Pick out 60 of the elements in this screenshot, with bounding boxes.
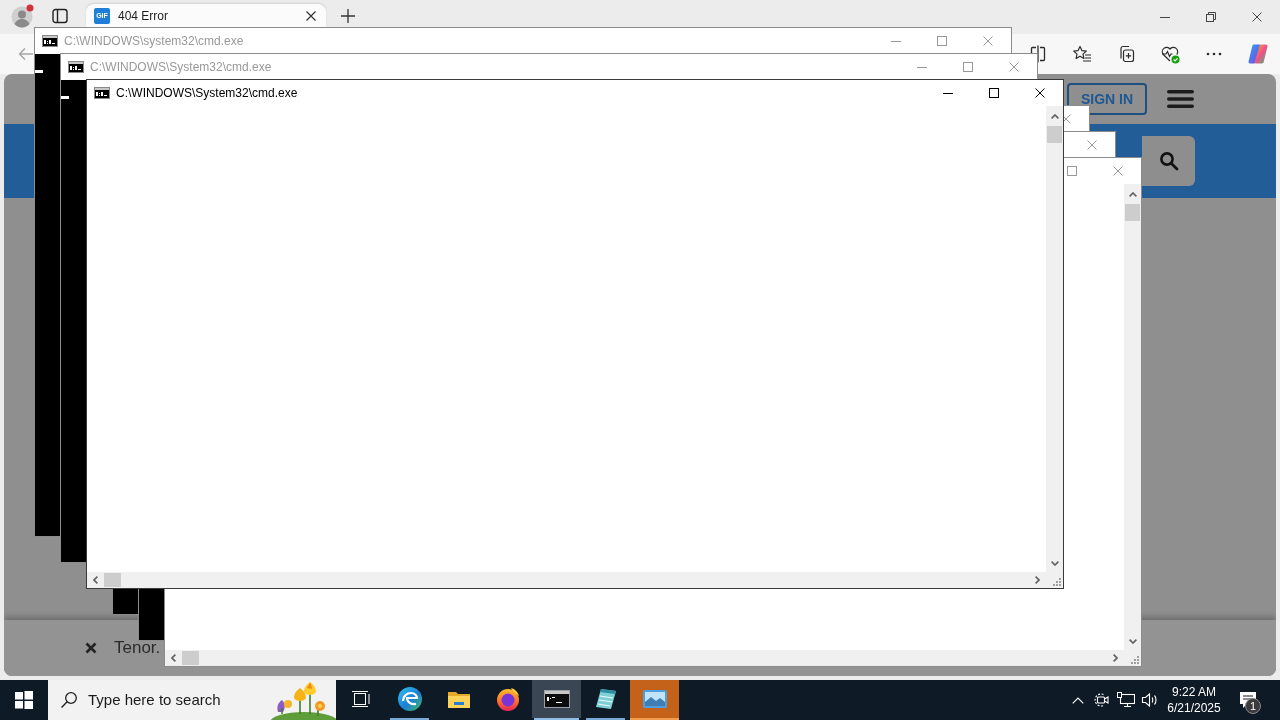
chevron-right-icon[interactable] (1113, 654, 1118, 662)
tab-title: 404 Error (118, 9, 170, 22)
restore-icon[interactable] (1206, 12, 1216, 22)
resize-grip-icon[interactable] (1052, 577, 1061, 586)
speaker-icon[interactable] (1141, 692, 1159, 708)
minimize-icon[interactable] (1160, 16, 1170, 18)
search-bar[interactable]: Type here to search (48, 680, 336, 720)
colorful-swirl-icon[interactable] (1247, 43, 1269, 65)
start-icon[interactable] (15, 691, 33, 709)
profile-avatar-icon[interactable] (10, 4, 34, 28)
swirl-logo-icon[interactable] (396, 686, 423, 712)
notification-count: 1 (1245, 698, 1261, 714)
search-icon[interactable] (1159, 151, 1179, 171)
horizontal-scrollbar[interactable] (165, 650, 1141, 666)
terminal-icon[interactable] (543, 690, 570, 708)
task-view-icon[interactable] (350, 690, 371, 708)
scrollbar-thumb[interactable] (182, 651, 199, 665)
chevron-left-icon[interactable] (93, 576, 98, 584)
window-title: C:\WINDOWS\System32\cmd.exe (116, 87, 298, 99)
menu-icon[interactable] (1167, 90, 1194, 108)
taskbar-button[interactable] (532, 680, 581, 718)
scrollbar-thumb[interactable] (1047, 126, 1062, 143)
chevron-left-icon[interactable] (171, 654, 176, 662)
resize-grip-icon[interactable] (1130, 655, 1139, 664)
vertical-scrollbar[interactable] (1046, 106, 1063, 572)
chevron-right-icon[interactable] (1035, 576, 1040, 584)
new-tab-icon[interactable] (341, 9, 355, 23)
flame-globe-icon[interactable] (494, 686, 521, 712)
close-icon[interactable] (1061, 114, 1071, 124)
search-icon (60, 691, 78, 709)
star-list-icon[interactable] (1072, 44, 1092, 64)
console-icon (94, 87, 110, 99)
heart-pulse-icon[interactable] (1160, 44, 1180, 64)
close-icon[interactable] (1035, 88, 1045, 98)
close-icon[interactable] (1252, 12, 1262, 22)
console-icon (68, 61, 84, 73)
search-field[interactable]: Type here to search (88, 688, 238, 712)
chevron-down-icon[interactable] (1050, 561, 1059, 566)
folder-icon[interactable] (446, 689, 471, 709)
notepad-icon[interactable] (593, 687, 618, 711)
close-icon[interactable] (306, 10, 316, 21)
minimize-icon[interactable] (943, 92, 953, 94)
network-icon[interactable] (1117, 692, 1135, 708)
site-search-field[interactable] (1142, 136, 1195, 186)
vertical-scrollbar[interactable] (1124, 184, 1141, 650)
more-icon[interactable] (1206, 52, 1222, 56)
picture-icon[interactable] (641, 688, 668, 710)
window-title: C:\WINDOWS\System32\cmd.exe (90, 61, 272, 73)
camera-icon[interactable] (1094, 692, 1110, 708)
window-title: C:\WINDOWS\system32\cmd.exe (64, 35, 244, 47)
scrollbar-thumb[interactable] (104, 573, 121, 587)
chevron-down-icon[interactable] (1128, 639, 1137, 644)
horizontal-scrollbar[interactable] (87, 572, 1063, 588)
scrollbar-thumb[interactable] (1125, 204, 1140, 221)
console-icon (42, 35, 58, 47)
maximize-icon[interactable] (989, 88, 999, 98)
clock-date[interactable]: 6/21/2025 (1167, 700, 1221, 716)
clock-time[interactable]: 9:22 AM (1172, 684, 1216, 700)
footer-text: Tenor. (114, 637, 161, 660)
tab-actions-icon[interactable] (52, 8, 68, 24)
